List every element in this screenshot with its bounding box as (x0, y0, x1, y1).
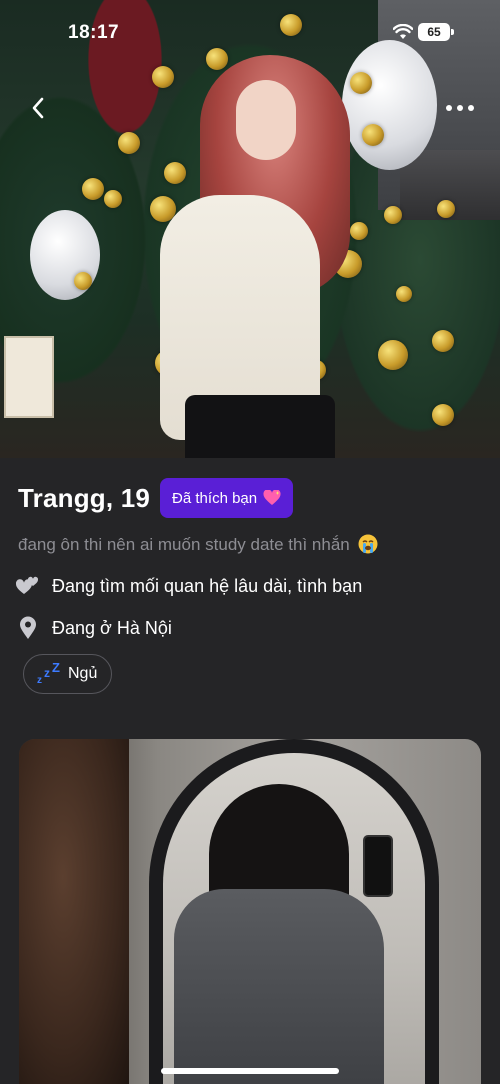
location-text: Đang ở Hà Nội (52, 617, 172, 638)
photo-ornament (437, 200, 455, 218)
status-bar: 18:17 65 (0, 0, 500, 60)
back-button[interactable] (20, 90, 56, 126)
name-row: Trangg, 19 Đã thích bạn (18, 478, 294, 518)
profile-bio: đang ôn thi nên ai muốn study date thì n… (18, 534, 378, 555)
chevron-left-icon (32, 97, 44, 119)
battery-icon: 65 (418, 23, 454, 41)
interest-tag-label: Ngủ (68, 665, 98, 682)
photo-ornament (432, 404, 454, 426)
photo-subject-skirt (185, 395, 335, 458)
photo-ornament (74, 272, 92, 290)
profile-photo-secondary[interactable] (19, 739, 481, 1084)
photo-subject-face (236, 80, 296, 160)
liked-you-badge: Đã thích bạn (160, 478, 294, 518)
photo-ornament (152, 66, 174, 88)
interest-tag-sleep[interactable]: z z Z Ngủ (23, 654, 113, 694)
profile-name-age: Trangg, 19 (18, 482, 151, 513)
photo-ornament (396, 286, 412, 302)
photo-subject-body (174, 889, 384, 1084)
location-row: Đang ở Hà Nội (14, 616, 172, 640)
looking-for-row: Đang tìm mối quan hệ lâu dài, tình bạn (14, 574, 362, 598)
photo-ornament (384, 206, 402, 224)
photo-ornament (82, 178, 104, 200)
profile-photo-main[interactable]: 18:17 65 (0, 0, 500, 458)
more-options-button[interactable] (440, 90, 480, 126)
photo-ornament (350, 72, 372, 94)
photo-foreground-hair (19, 739, 129, 1084)
sparkling-heart-icon (263, 490, 281, 505)
photo-ornament (350, 222, 368, 240)
bio-text: đang ôn thi nên ai muốn study date thì n… (18, 535, 350, 554)
location-pin-icon (14, 616, 42, 640)
svg-text:z: z (44, 666, 50, 680)
wifi-icon (393, 24, 413, 39)
photo-ornament (164, 162, 186, 184)
photo-ornament (432, 330, 454, 352)
svg-text:Z: Z (52, 663, 60, 675)
loudly-crying-face-icon (358, 534, 378, 554)
photo-subject-phone (363, 835, 393, 897)
hearts-icon (14, 574, 42, 598)
zzz-icon: z z Z (37, 663, 60, 685)
photo-sign (4, 336, 54, 418)
photo-ornament (378, 340, 408, 370)
photo-ornament (362, 124, 384, 146)
status-time: 18:17 (68, 22, 120, 43)
photo-ornament (104, 190, 122, 208)
looking-for-text: Đang tìm mối quan hệ lâu dài, tình bạn (52, 575, 363, 596)
more-horizontal-icon (446, 105, 474, 111)
liked-you-label: Đã thích bạn (172, 489, 258, 507)
photo-ornament (118, 132, 140, 154)
home-indicator[interactable] (161, 1068, 339, 1074)
svg-text:z: z (37, 675, 42, 685)
